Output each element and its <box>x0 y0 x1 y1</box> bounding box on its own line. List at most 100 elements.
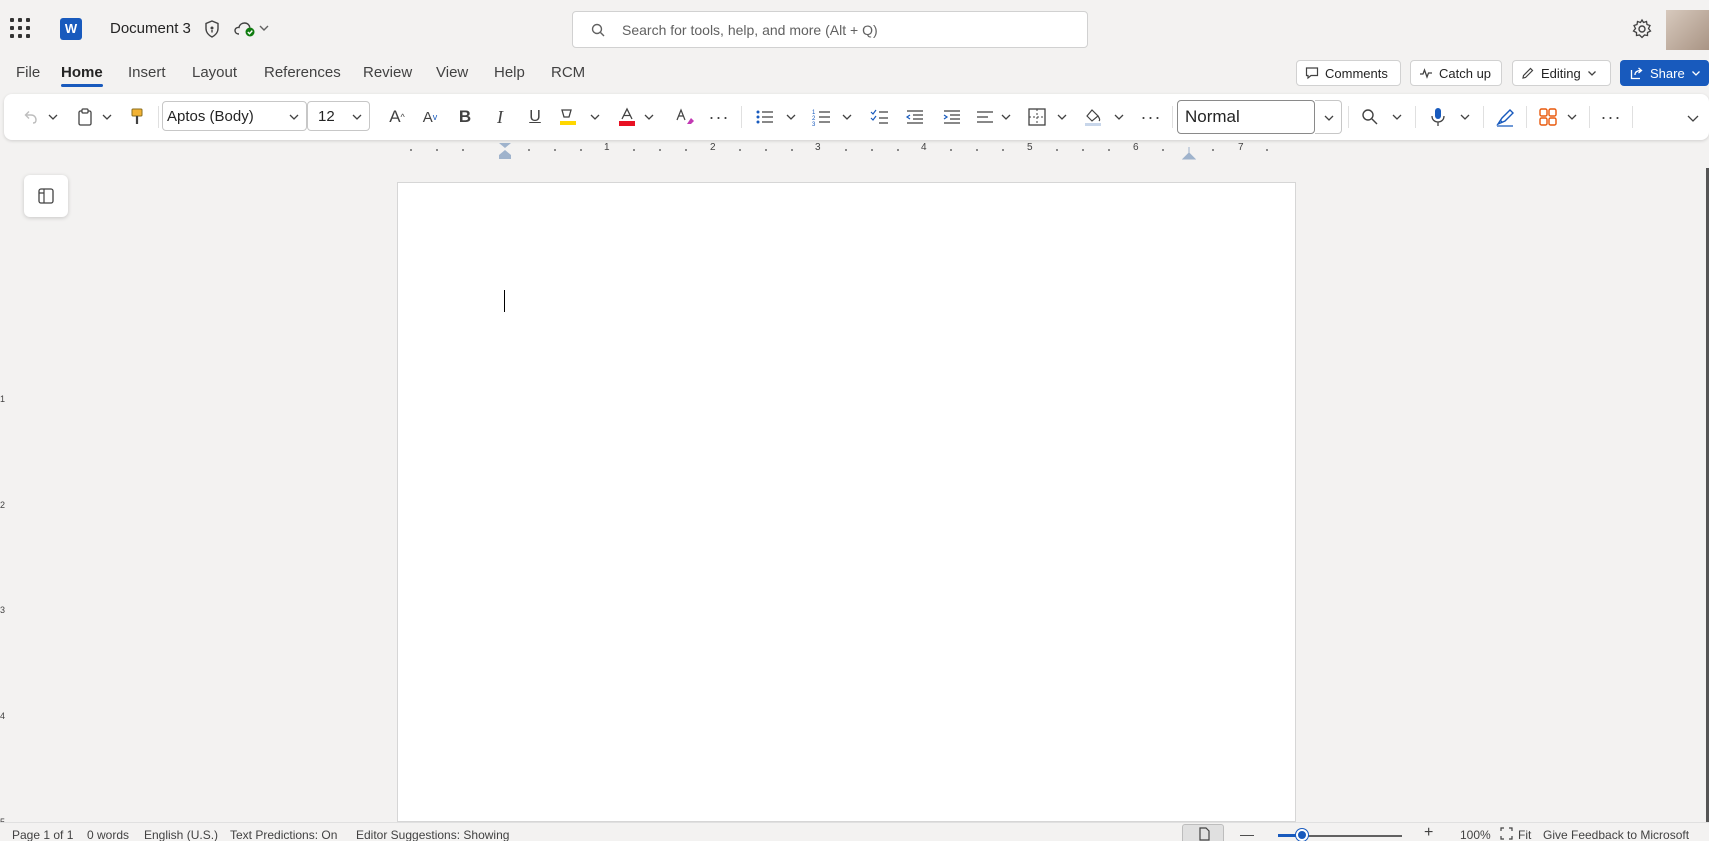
chevron-down-icon[interactable] <box>1112 106 1126 128</box>
horizontal-ruler[interactable]: 1 2 3 4 5 6 7 <box>400 142 1290 160</box>
tab-layout[interactable]: Layout <box>192 64 237 81</box>
paste-icon[interactable] <box>75 106 95 128</box>
undo-icon[interactable] <box>20 106 42 128</box>
comment-icon <box>1305 67 1319 80</box>
font-color-icon[interactable] <box>617 106 637 128</box>
more-options-icon[interactable]: ··· <box>1600 106 1622 128</box>
tab-insert[interactable]: Insert <box>128 64 166 81</box>
divider <box>1415 106 1416 128</box>
ruler-number: 7 <box>1238 142 1244 153</box>
comments-label: Comments <box>1325 65 1388 81</box>
font-name-select[interactable]: Aptos (Body) <box>162 101 307 131</box>
divider <box>1589 106 1590 128</box>
word-count[interactable]: 0 words <box>87 828 129 841</box>
share-icon <box>1630 67 1643 80</box>
indent-marker-icon[interactable] <box>498 142 512 160</box>
font-size-select[interactable]: 12 <box>307 101 370 131</box>
chevron-down-icon[interactable] <box>100 106 114 128</box>
numbering-icon[interactable]: 123 <box>812 106 832 128</box>
right-indent-marker-icon[interactable] <box>1182 146 1196 160</box>
find-icon[interactable] <box>1360 106 1380 128</box>
format-painter-icon[interactable] <box>127 106 147 128</box>
checklist-icon[interactable] <box>870 106 890 128</box>
fit-button[interactable]: Fit <box>1518 828 1531 841</box>
add-ins-icon[interactable] <box>1537 106 1559 128</box>
shrink-font-icon[interactable]: Av <box>418 106 442 128</box>
print-layout-button[interactable] <box>1182 824 1224 841</box>
zoom-in-button[interactable]: + <box>1424 824 1433 841</box>
tab-review[interactable]: Review <box>363 64 412 81</box>
search-input[interactable]: Search for tools, help, and more (Alt + … <box>572 11 1088 48</box>
chevron-down-icon[interactable] <box>1458 106 1472 128</box>
vertical-ruler[interactable]: 1 2 3 4 5 <box>0 162 10 827</box>
clear-formatting-icon[interactable] <box>674 106 696 128</box>
tab-view[interactable]: View <box>436 64 468 81</box>
chevron-down-icon <box>289 114 299 120</box>
chevron-down-icon <box>1691 71 1700 76</box>
editor-suggestions[interactable]: Editor Suggestions: Showing <box>356 828 509 841</box>
chevron-down-icon[interactable] <box>784 106 798 128</box>
gear-icon[interactable] <box>1631 18 1653 40</box>
document-page[interactable] <box>397 182 1296 822</box>
tab-help[interactable]: Help <box>494 64 525 81</box>
zoom-out-button[interactable]: — <box>1240 826 1254 841</box>
app-launcher-icon[interactable] <box>10 18 30 38</box>
page-count[interactable]: Page 1 of 1 <box>12 828 73 841</box>
feedback-link[interactable]: Give Feedback to Microsoft <box>1543 828 1689 841</box>
divider <box>1526 106 1527 128</box>
catch-up-button[interactable]: Catch up <box>1410 60 1502 86</box>
decrease-indent-icon[interactable] <box>905 106 925 128</box>
increase-indent-icon[interactable] <box>942 106 962 128</box>
bullets-icon[interactable] <box>755 106 775 128</box>
highlight-icon[interactable] <box>557 106 579 128</box>
tab-file[interactable]: File <box>16 64 40 81</box>
collapse-ribbon-icon[interactable] <box>1686 106 1700 128</box>
more-paragraph-options-icon[interactable]: ··· <box>1140 106 1162 128</box>
divider <box>1483 106 1484 128</box>
borders-icon[interactable] <box>1027 106 1047 128</box>
zoom-slider-thumb[interactable] <box>1296 829 1308 841</box>
share-button[interactable]: Share <box>1620 60 1709 86</box>
cloud-saved-icon[interactable] <box>234 21 256 37</box>
chevron-down-icon[interactable] <box>588 106 602 128</box>
chevron-down-icon[interactable] <box>258 22 270 34</box>
search-icon <box>591 23 605 37</box>
editor-icon[interactable] <box>1494 106 1516 128</box>
underline-icon[interactable]: U <box>525 106 545 128</box>
language[interactable]: English (U.S.) <box>144 828 218 841</box>
page-icon <box>1199 827 1210 841</box>
grow-font-icon[interactable]: A ^ <box>385 106 409 128</box>
chevron-down-icon[interactable] <box>840 106 854 128</box>
align-icon[interactable] <box>975 106 995 128</box>
italic-icon[interactable]: I <box>490 106 510 128</box>
text-predictions[interactable]: Text Predictions: On <box>230 828 337 841</box>
tab-references[interactable]: References <box>264 64 341 81</box>
chevron-down-icon[interactable] <box>46 106 60 128</box>
status-bar: Page 1 of 1 0 words English (U.S.) Text … <box>0 822 1709 841</box>
bold-icon[interactable]: B <box>455 106 475 128</box>
avatar[interactable] <box>1666 10 1709 50</box>
navigation-pane-button[interactable] <box>24 175 68 217</box>
chevron-down-icon[interactable] <box>1055 106 1069 128</box>
more-font-options-icon[interactable]: ··· <box>708 106 730 128</box>
chevron-down-icon[interactable] <box>999 106 1013 128</box>
tab-home[interactable]: Home <box>61 64 103 81</box>
active-tab-indicator <box>61 84 103 87</box>
shading-icon[interactable] <box>1082 106 1104 128</box>
shield-icon[interactable] <box>204 20 220 38</box>
document-title[interactable]: Document 3 <box>110 20 191 37</box>
zoom-level[interactable]: 100% <box>1460 828 1491 841</box>
chevron-down-icon[interactable] <box>1565 106 1579 128</box>
style-gallery[interactable]: Normal <box>1177 100 1315 134</box>
chevron-down-icon[interactable] <box>642 106 656 128</box>
fit-icon <box>1500 827 1513 840</box>
dictate-icon[interactable] <box>1428 106 1448 128</box>
search-placeholder: Search for tools, help, and more (Alt + … <box>622 22 878 38</box>
chevron-down-icon[interactable] <box>1390 106 1404 128</box>
navigation-pane-icon <box>38 188 54 204</box>
style-dropdown-button[interactable] <box>1315 100 1342 134</box>
comments-button[interactable]: Comments <box>1296 60 1401 86</box>
editing-mode-button[interactable]: Editing <box>1512 60 1611 86</box>
tab-rcm[interactable]: RCM <box>551 64 585 81</box>
word-logo[interactable]: W <box>60 18 82 40</box>
